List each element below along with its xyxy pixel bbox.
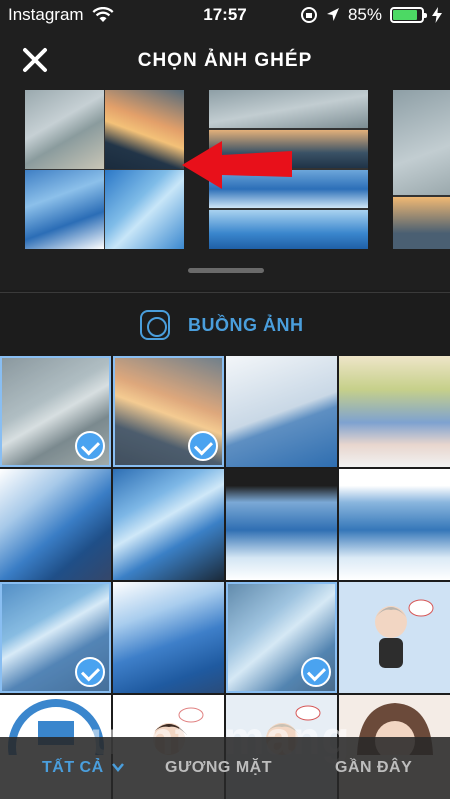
battery-percent: 85% xyxy=(347,5,382,24)
location-icon xyxy=(326,8,339,21)
layout-tile xyxy=(393,197,450,249)
photo-thumbnail[interactable] xyxy=(113,469,224,580)
drag-handle[interactable] xyxy=(188,268,264,273)
photo-thumbnail[interactable] xyxy=(226,582,337,693)
battery-icon xyxy=(390,7,427,23)
layout-tile xyxy=(105,170,184,249)
layout-tile xyxy=(393,90,450,195)
layout-option-grid[interactable] xyxy=(25,90,184,249)
photo-thumbnail[interactable] xyxy=(339,469,450,580)
layout-tile xyxy=(209,90,368,128)
orientation-lock-icon xyxy=(300,7,317,23)
photo-thumbnail[interactable] xyxy=(339,582,450,693)
battery-fill xyxy=(393,10,417,20)
photo-thumbnail[interactable] xyxy=(0,582,111,693)
camera-roll-icon xyxy=(140,310,170,340)
tab-faces[interactable]: GƯƠNG MẶT xyxy=(165,759,272,777)
page-title: CHỌN ẢNH GHÉP xyxy=(137,50,313,71)
tab-all-label: TẤT CẢ xyxy=(42,759,104,776)
cartoon-sticker-icon xyxy=(375,599,434,668)
photo-thumbnail[interactable] xyxy=(339,356,450,467)
layout-option-partial[interactable] xyxy=(393,90,450,249)
photo-thumbnail[interactable] xyxy=(0,356,111,467)
check-icon xyxy=(75,431,105,461)
header: CHỌN ẢNH GHÉP xyxy=(0,30,450,90)
check-icon xyxy=(75,657,105,687)
camera-roll-row[interactable]: BUỒNG ẢNH xyxy=(0,293,450,355)
check-icon xyxy=(188,431,218,461)
bottom-tabs: TẤT CẢ GƯƠNG MẶT GẦN ĐÂY xyxy=(0,737,450,799)
layout-tile xyxy=(209,210,368,249)
camera-roll-label: BUỒNG ẢNH xyxy=(188,315,304,335)
photo-thumbnail[interactable] xyxy=(226,469,337,580)
tab-recent[interactable]: GẦN ĐÂY xyxy=(335,759,412,777)
layout-tile xyxy=(25,90,104,169)
layout-tile xyxy=(105,90,184,169)
charging-icon xyxy=(432,7,442,23)
photo-thumbnail[interactable] xyxy=(113,356,224,467)
photo-thumbnail[interactable] xyxy=(0,469,111,580)
check-icon xyxy=(301,657,331,687)
arrow-annotation-icon xyxy=(182,141,292,189)
status-bar: Instagram 17:57 85% xyxy=(0,0,450,30)
photo-thumbnail[interactable] xyxy=(113,582,224,693)
tab-all[interactable]: TẤT CẢ xyxy=(42,759,124,777)
status-right: 85% xyxy=(300,5,442,25)
chevron-down-icon xyxy=(111,763,124,772)
photo-thumbnail[interactable] xyxy=(226,356,337,467)
layout-tile xyxy=(25,170,104,249)
layout-strip xyxy=(0,90,450,290)
